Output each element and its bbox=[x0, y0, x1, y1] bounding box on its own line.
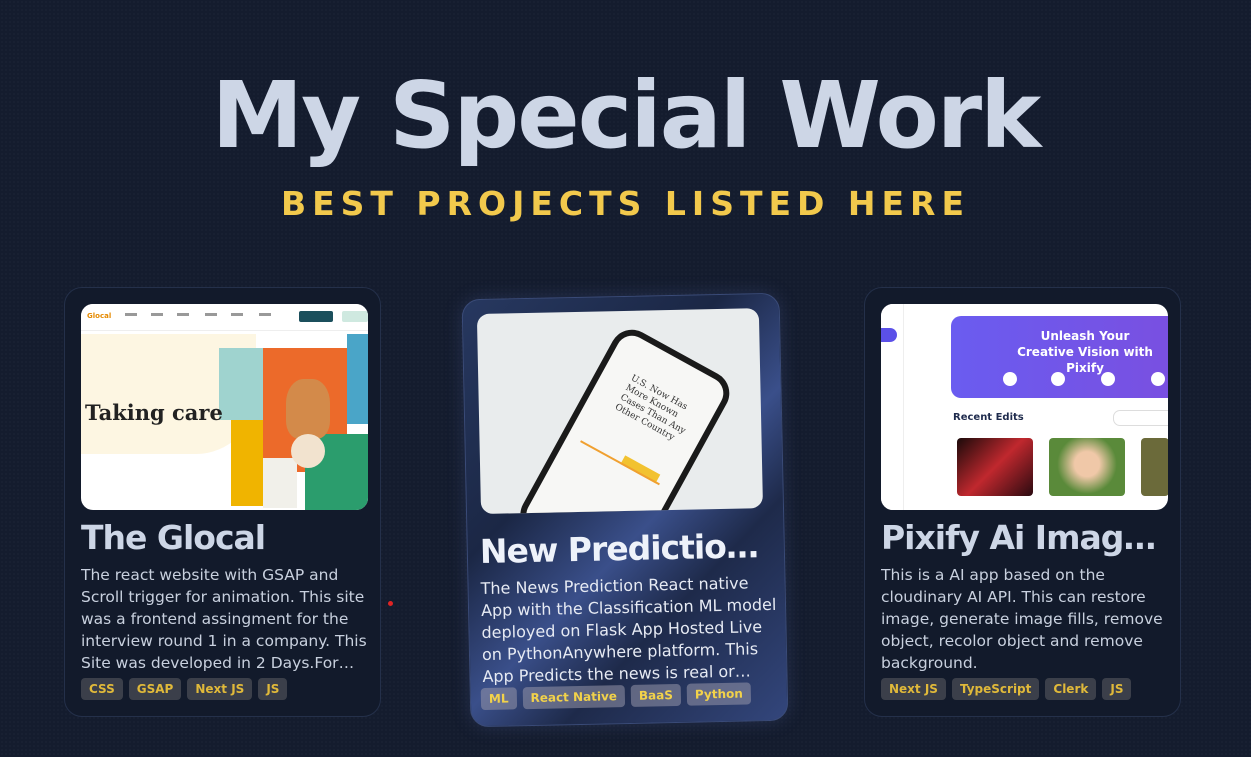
tech-tag: Next JS bbox=[881, 678, 946, 700]
phone-screen: U.S. Now Has More Known Cases Than Any O… bbox=[520, 330, 730, 515]
tag-list: CSS GSAP Next JS JS bbox=[81, 678, 288, 700]
thumb-banner-text: Unleash Your Creative Vision with Pixify bbox=[1017, 329, 1153, 375]
tech-tag: BaaS bbox=[630, 683, 682, 707]
project-description: The News Prediction React native App wit… bbox=[480, 573, 777, 687]
project-card-pixify[interactable]: Unleash Your Creative Vision with Pixify… bbox=[864, 287, 1181, 717]
thumb-photo bbox=[219, 348, 267, 420]
project-card-news-prediction[interactable]: U.S. Now Has More Known Cases Than Any O… bbox=[461, 292, 789, 728]
page-title: My Special Work bbox=[211, 62, 1042, 169]
thumb-nav-item bbox=[259, 313, 271, 316]
tech-tag: React Native bbox=[522, 685, 626, 710]
thumb-banner: Unleash Your Creative Vision with Pixify bbox=[951, 316, 1168, 398]
tech-tag: JS bbox=[258, 678, 288, 700]
thumb-button bbox=[299, 311, 333, 322]
thumb-hero-text: Taking care bbox=[85, 400, 223, 425]
tag-list: ML React Native BaaS Python bbox=[480, 682, 752, 711]
phone-chart-line bbox=[580, 440, 660, 486]
phone-headline: U.S. Now Has More Known Cases Than Any O… bbox=[613, 373, 689, 443]
edit-image bbox=[957, 438, 1033, 496]
dog-image bbox=[291, 434, 325, 468]
thumb-photo bbox=[347, 334, 368, 424]
project-description: This is a AI app based on the cloudinary… bbox=[881, 566, 1163, 672]
thumb-sidebar-active bbox=[881, 328, 897, 342]
project-card-glocal[interactable]: Glocal Taking care The Glocal The react … bbox=[64, 287, 381, 717]
project-thumbnail[interactable]: U.S. Now Has More Known Cases Than Any O… bbox=[476, 308, 763, 515]
thumb-logo: Glocal bbox=[87, 312, 112, 320]
tech-tag: Clerk bbox=[1045, 678, 1097, 700]
thumb-navbar: Glocal bbox=[81, 304, 368, 331]
thumb-nav-item bbox=[205, 313, 217, 316]
thumb-photo bbox=[263, 458, 297, 508]
thumb-nav-item bbox=[125, 313, 137, 316]
thumb-nav-item bbox=[231, 313, 243, 316]
tag-list: Next JS TypeScript Clerk JS bbox=[881, 678, 1132, 700]
edit-image bbox=[1049, 438, 1125, 496]
phone-chart bbox=[620, 455, 661, 484]
project-title[interactable]: The Glocal bbox=[81, 518, 371, 557]
thumb-search bbox=[1113, 410, 1168, 426]
tech-tag: Next JS bbox=[187, 678, 253, 700]
dog-image bbox=[286, 379, 330, 439]
restore-icon bbox=[1003, 372, 1017, 386]
tech-tag: JS bbox=[1102, 678, 1132, 700]
recolor-icon bbox=[1151, 372, 1165, 386]
page-subtitle: BEST PROJECTS LISTED HERE bbox=[280, 184, 971, 223]
remove-icon bbox=[1101, 372, 1115, 386]
phone-image: U.S. Now Has More Known Cases Than Any O… bbox=[512, 321, 738, 515]
tech-tag: Python bbox=[686, 682, 752, 706]
edit-image bbox=[1141, 438, 1168, 496]
project-thumbnail[interactable]: Unleash Your Creative Vision with Pixify… bbox=[881, 304, 1168, 510]
thumb-nav-item bbox=[151, 313, 163, 316]
thumb-photo bbox=[231, 420, 263, 506]
project-title[interactable]: Pixify Ai Image S... bbox=[881, 518, 1171, 557]
project-title[interactable]: New Prediction R... bbox=[479, 526, 772, 571]
thumb-button bbox=[342, 311, 368, 322]
project-thumbnail[interactable]: Glocal Taking care bbox=[81, 304, 368, 510]
tech-tag: ML bbox=[480, 687, 517, 711]
tech-tag: CSS bbox=[81, 678, 123, 700]
tech-tag: GSAP bbox=[128, 678, 182, 700]
cursor-dot bbox=[388, 601, 393, 606]
project-description: The react website with GSAP and Scroll t… bbox=[81, 566, 367, 672]
tech-tag: TypeScript bbox=[951, 678, 1040, 700]
thumb-nav-item bbox=[177, 313, 189, 316]
thumb-section-title: Recent Edits bbox=[953, 412, 1024, 423]
fill-icon bbox=[1051, 372, 1065, 386]
